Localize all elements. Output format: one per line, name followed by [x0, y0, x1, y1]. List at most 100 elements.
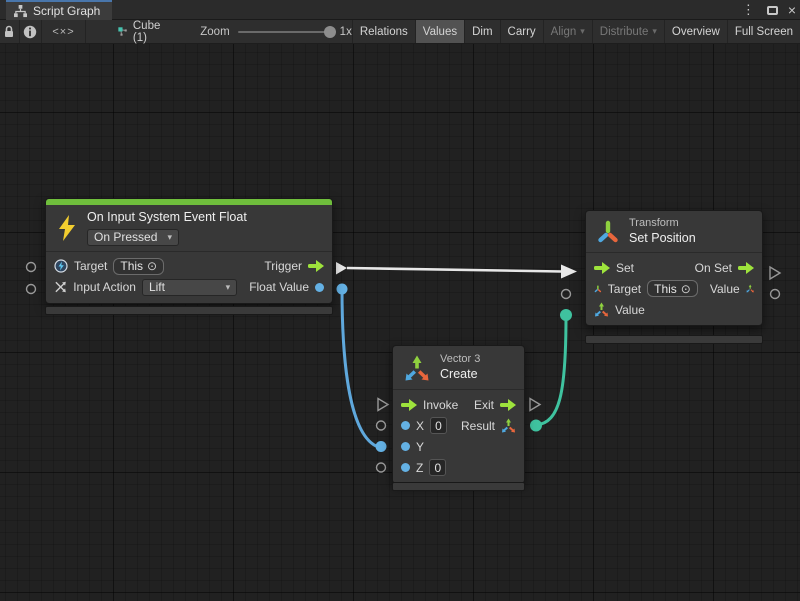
v3-z-label: Z: [416, 461, 423, 475]
overview-button[interactable]: Overview: [664, 20, 727, 43]
v3-z-value: 0: [435, 461, 442, 475]
v3-node-header: Vector 3 Create: [393, 346, 524, 389]
code-view-button[interactable]: <×>: [42, 20, 86, 43]
info-button[interactable]: [20, 20, 43, 43]
maximize-icon[interactable]: [767, 6, 778, 15]
relations-button[interactable]: Relations: [352, 20, 415, 43]
toolbar-buttons: Relations Values Dim Carry Align▾ Distri…: [352, 20, 800, 43]
v3-z-row: Z 0: [393, 457, 524, 478]
v3-category: Vector 3: [440, 353, 480, 367]
align-button[interactable]: Align▾: [543, 20, 592, 43]
event-node-body: Target This ⊙ Trigger: [46, 251, 332, 303]
setpos-node-body: Set On Set Target This ⊙: [586, 252, 762, 325]
close-icon[interactable]: ×: [788, 0, 796, 20]
values-button[interactable]: Values: [415, 20, 464, 43]
v3-x-row: X 0 Result: [393, 415, 524, 436]
tab-script-graph[interactable]: Script Graph: [6, 0, 112, 20]
toolbar-middle: Cube (1) Zoom 1x: [86, 20, 352, 43]
v3-y-label: Y: [416, 440, 424, 454]
flow-arrow-icon: [738, 262, 754, 274]
info-icon: [23, 25, 37, 39]
full-screen-button[interactable]: Full Screen: [727, 20, 800, 43]
dim-button[interactable]: Dim: [464, 20, 499, 43]
setpos-node-header: Transform Set Position: [586, 211, 762, 252]
carry-label: Carry: [508, 26, 536, 38]
setpos-target-row: Target This ⊙ Value: [586, 278, 762, 299]
setpos-target-value: This: [654, 282, 677, 296]
full-screen-label: Full Screen: [735, 26, 793, 38]
setpos-valueout-label: Value: [710, 282, 740, 296]
zoom-slider[interactable]: [238, 31, 332, 33]
v3-z-field[interactable]: 0: [429, 459, 446, 476]
event-inputaction-dropdown[interactable]: Lift ▾: [142, 279, 237, 296]
tab-title: Script Graph: [33, 4, 100, 18]
event-trigger-label: Trigger: [264, 259, 302, 273]
menu-kebab-icon[interactable]: ⋮: [740, 0, 757, 20]
v3-exit-label: Exit: [474, 398, 494, 412]
v3-y-row: Y: [393, 436, 524, 457]
gameobject-bolt-icon: [54, 259, 68, 273]
lock-button[interactable]: [0, 20, 20, 43]
node-set-position[interactable]: Transform Set Position Set On Set: [585, 210, 763, 326]
distribute-label: Distribute: [600, 26, 649, 38]
node-vector3-create[interactable]: Vector 3 Create Invoke Exit X 0: [392, 345, 525, 484]
event-target-row: Target This ⊙ Trigger: [46, 256, 332, 277]
object-picker-icon: ⊙: [681, 283, 691, 295]
event-inputaction-value: Lift: [149, 280, 165, 294]
object-picker-icon: ⊙: [147, 260, 157, 272]
v3-node-footer: [392, 482, 525, 491]
event-floatvalue-label: Float Value: [249, 280, 309, 294]
setpos-title: Set Position: [629, 231, 696, 247]
dim-label: Dim: [472, 26, 492, 38]
v3-node-body: Invoke Exit X 0 Result: [393, 389, 524, 483]
carry-button[interactable]: Carry: [500, 20, 543, 43]
graph-target-label: Cube (1): [133, 20, 164, 44]
setpos-set-row: Set On Set: [586, 257, 762, 278]
graph-target[interactable]: Cube (1): [118, 20, 165, 44]
window-controls: ⋮ ×: [740, 0, 796, 20]
event-target-value: This: [120, 259, 143, 273]
setpos-node-footer: [585, 335, 763, 344]
caret-down-icon: ▾: [226, 282, 231, 293]
value-port-icon: [401, 463, 410, 472]
port-event-floatvalue-out[interactable]: [337, 284, 348, 295]
script-graph-icon: [14, 5, 27, 18]
code-view-icon: <×>: [52, 26, 74, 38]
lightning-bolt-icon: [56, 215, 78, 241]
port-setpos-value-in[interactable]: [560, 309, 572, 321]
setpos-target-field[interactable]: This ⊙: [647, 280, 698, 297]
tab-bar: Script Graph ⋮ ×: [0, 0, 800, 20]
flow-arrow-icon: [308, 260, 324, 272]
value-port-icon: [315, 283, 324, 292]
zoom-slider-handle[interactable]: [324, 26, 336, 38]
v3-title: Create: [440, 367, 480, 383]
port-v3-y-in[interactable]: [376, 441, 387, 452]
v3-invoke-label: Invoke: [423, 398, 458, 412]
port-v3-result-out[interactable]: [530, 420, 542, 432]
flow-arrow-icon: [594, 262, 610, 274]
setpos-valuein-label: Value: [615, 303, 645, 317]
v3-x-value: 0: [435, 419, 442, 433]
event-target-field[interactable]: This ⊙: [113, 258, 164, 275]
event-mode-dropdown[interactable]: On Pressed ▾: [87, 229, 179, 246]
setpos-category: Transform: [629, 217, 696, 231]
caret-down-icon: ▾: [652, 26, 657, 37]
zoom-control: Zoom 1x: [200, 26, 352, 38]
flow-arrow-icon: [500, 399, 516, 411]
input-action-icon: [54, 280, 67, 294]
v3-x-field[interactable]: 0: [430, 417, 447, 434]
vector3-icon: [403, 354, 431, 382]
graph-toolbar: <×> Cube (1) Zoom 1x Relation: [0, 20, 800, 44]
event-node-footer: [45, 306, 333, 315]
transform-icon: [596, 220, 620, 244]
relations-label: Relations: [360, 26, 408, 38]
distribute-button[interactable]: Distribute▾: [592, 20, 664, 43]
caret-down-icon: ▾: [167, 232, 172, 243]
values-label: Values: [423, 26, 457, 38]
v3-result-label: Result: [461, 419, 495, 433]
event-node-header: On Input System Event Float On Pressed ▾: [46, 205, 332, 251]
v3-invoke-row: Invoke Exit: [393, 394, 524, 415]
event-node-title: On Input System Event Float: [87, 210, 247, 226]
node-on-input-system-event-float[interactable]: On Input System Event Float On Pressed ▾…: [45, 198, 333, 304]
zoom-value: 1x: [340, 26, 352, 38]
